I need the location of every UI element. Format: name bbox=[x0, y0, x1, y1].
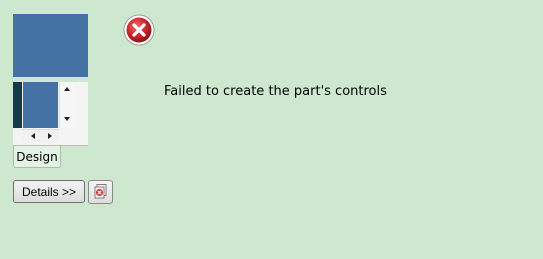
editor-content-area bbox=[23, 82, 58, 128]
tab-design-label: Design bbox=[16, 149, 58, 164]
details-button-label: Details >> bbox=[21, 184, 77, 199]
editor-gutter bbox=[13, 82, 22, 128]
details-button[interactable]: Details >> bbox=[13, 180, 85, 203]
scroll-left-icon[interactable] bbox=[31, 133, 35, 139]
tab-design[interactable]: Design bbox=[13, 146, 61, 168]
copy-to-clipboard-icon bbox=[93, 183, 109, 202]
scroll-right-icon[interactable] bbox=[48, 133, 52, 139]
scroll-up-icon[interactable] bbox=[64, 87, 70, 91]
part-preview-editor bbox=[13, 82, 88, 146]
error-message: Failed to create the part's controls bbox=[164, 84, 387, 99]
vertical-scrollbar[interactable] bbox=[59, 82, 74, 128]
error-icon bbox=[123, 14, 155, 46]
scroll-down-icon[interactable] bbox=[64, 117, 70, 121]
horizontal-scrollbar[interactable] bbox=[22, 129, 59, 142]
part-preview-image bbox=[13, 14, 88, 77]
copy-button[interactable] bbox=[88, 180, 113, 204]
